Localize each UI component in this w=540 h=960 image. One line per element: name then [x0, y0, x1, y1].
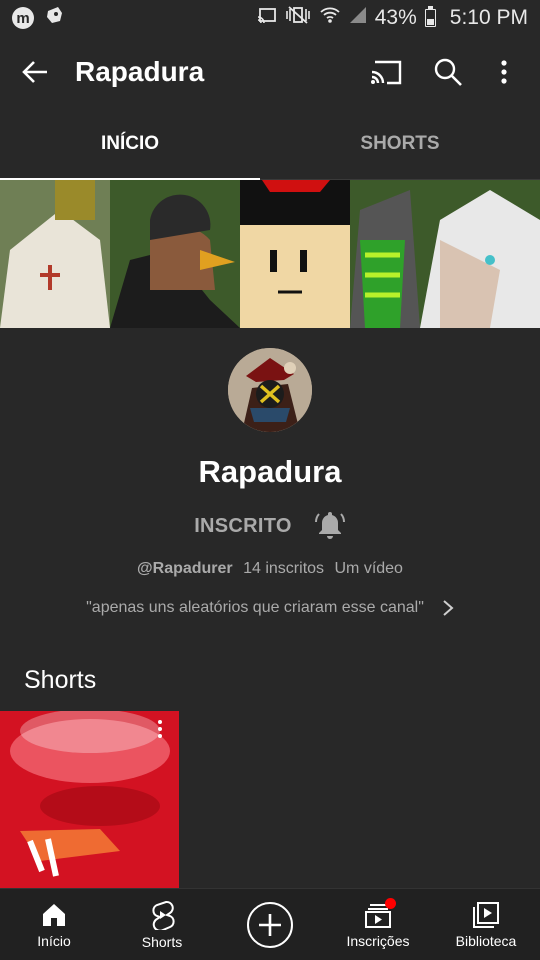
- bell-ringing-icon: [314, 511, 345, 539]
- notification-bell-button[interactable]: [314, 508, 346, 545]
- signal-icon: [349, 6, 367, 30]
- shorts-section-title: Shorts: [24, 666, 97, 694]
- back-arrow-icon: [22, 61, 47, 83]
- clock: 5:10 PM: [449, 6, 528, 29]
- banner-artwork: [0, 180, 540, 328]
- vibrate-off-icon: [285, 6, 311, 30]
- nav-label: Biblioteca: [455, 932, 517, 949]
- chevron-right-icon: [443, 600, 454, 616]
- app-bar-title: Rapadura: [75, 56, 205, 87]
- nav-inscricoes[interactable]: Inscrições: [324, 889, 432, 960]
- subscriber-count: 14 inscritos: [243, 560, 325, 577]
- library-icon: [473, 901, 499, 928]
- app-bar: Rapadura: [0, 36, 540, 108]
- battery-icon: [424, 6, 436, 27]
- game-controller-icon: [44, 5, 66, 31]
- video-count: Um vídeo: [334, 560, 403, 577]
- nav-inicio[interactable]: Início: [0, 889, 108, 960]
- new-content-dot: [385, 898, 396, 909]
- search-button[interactable]: [420, 36, 476, 108]
- nav-shorts[interactable]: Shorts: [108, 889, 216, 960]
- status-bar: m 43% 5:10 PM: [0, 0, 540, 36]
- nav-label: Shorts: [141, 933, 183, 950]
- channel-meta: @Rapadurer 14 inscritos Um vídeo: [0, 560, 540, 578]
- nav-biblioteca[interactable]: Biblioteca: [432, 889, 540, 960]
- back-button[interactable]: [0, 36, 70, 108]
- channel-handle: @Rapadurer: [137, 560, 233, 577]
- cast-button[interactable]: [358, 36, 414, 108]
- wifi-icon: [319, 5, 341, 31]
- bottom-navigation: Início Shorts Inscrições Biblioteca: [0, 888, 540, 960]
- more-vert-icon: [158, 720, 162, 738]
- channel-tabs: INÍCIO SHORTS: [0, 108, 540, 181]
- nav-label: Inscrições: [346, 932, 410, 949]
- shorts-icon: [152, 900, 175, 930]
- channel-description-row[interactable]: "apenas uns aleatórios que criaram esse …: [0, 596, 540, 620]
- more-options-button[interactable]: [476, 36, 532, 108]
- tab-inicio[interactable]: INÍCIO: [0, 108, 260, 181]
- cast-icon: [371, 60, 402, 85]
- subscribed-button[interactable]: INSCRITO: [194, 515, 292, 538]
- channel-description: "apenas uns aleatórios que criaram esse …: [86, 599, 424, 616]
- channel-avatar[interactable]: [228, 348, 312, 432]
- m-app-icon: m: [12, 7, 34, 29]
- more-vert-icon: [501, 60, 507, 84]
- cast-icon: [257, 6, 277, 30]
- channel-name: Rapadura: [198, 454, 342, 489]
- tab-shorts[interactable]: SHORTS: [260, 108, 540, 180]
- nav-label: Início: [37, 932, 71, 949]
- search-icon: [434, 58, 462, 86]
- subscribe-row: INSCRITO: [0, 506, 540, 546]
- short-more-button[interactable]: [150, 716, 170, 742]
- channel-banner: [0, 180, 540, 328]
- home-icon: [43, 903, 65, 926]
- create-plus-icon: [247, 901, 293, 948]
- battery-percent: 43%: [374, 6, 417, 29]
- nav-create-button[interactable]: [216, 889, 324, 960]
